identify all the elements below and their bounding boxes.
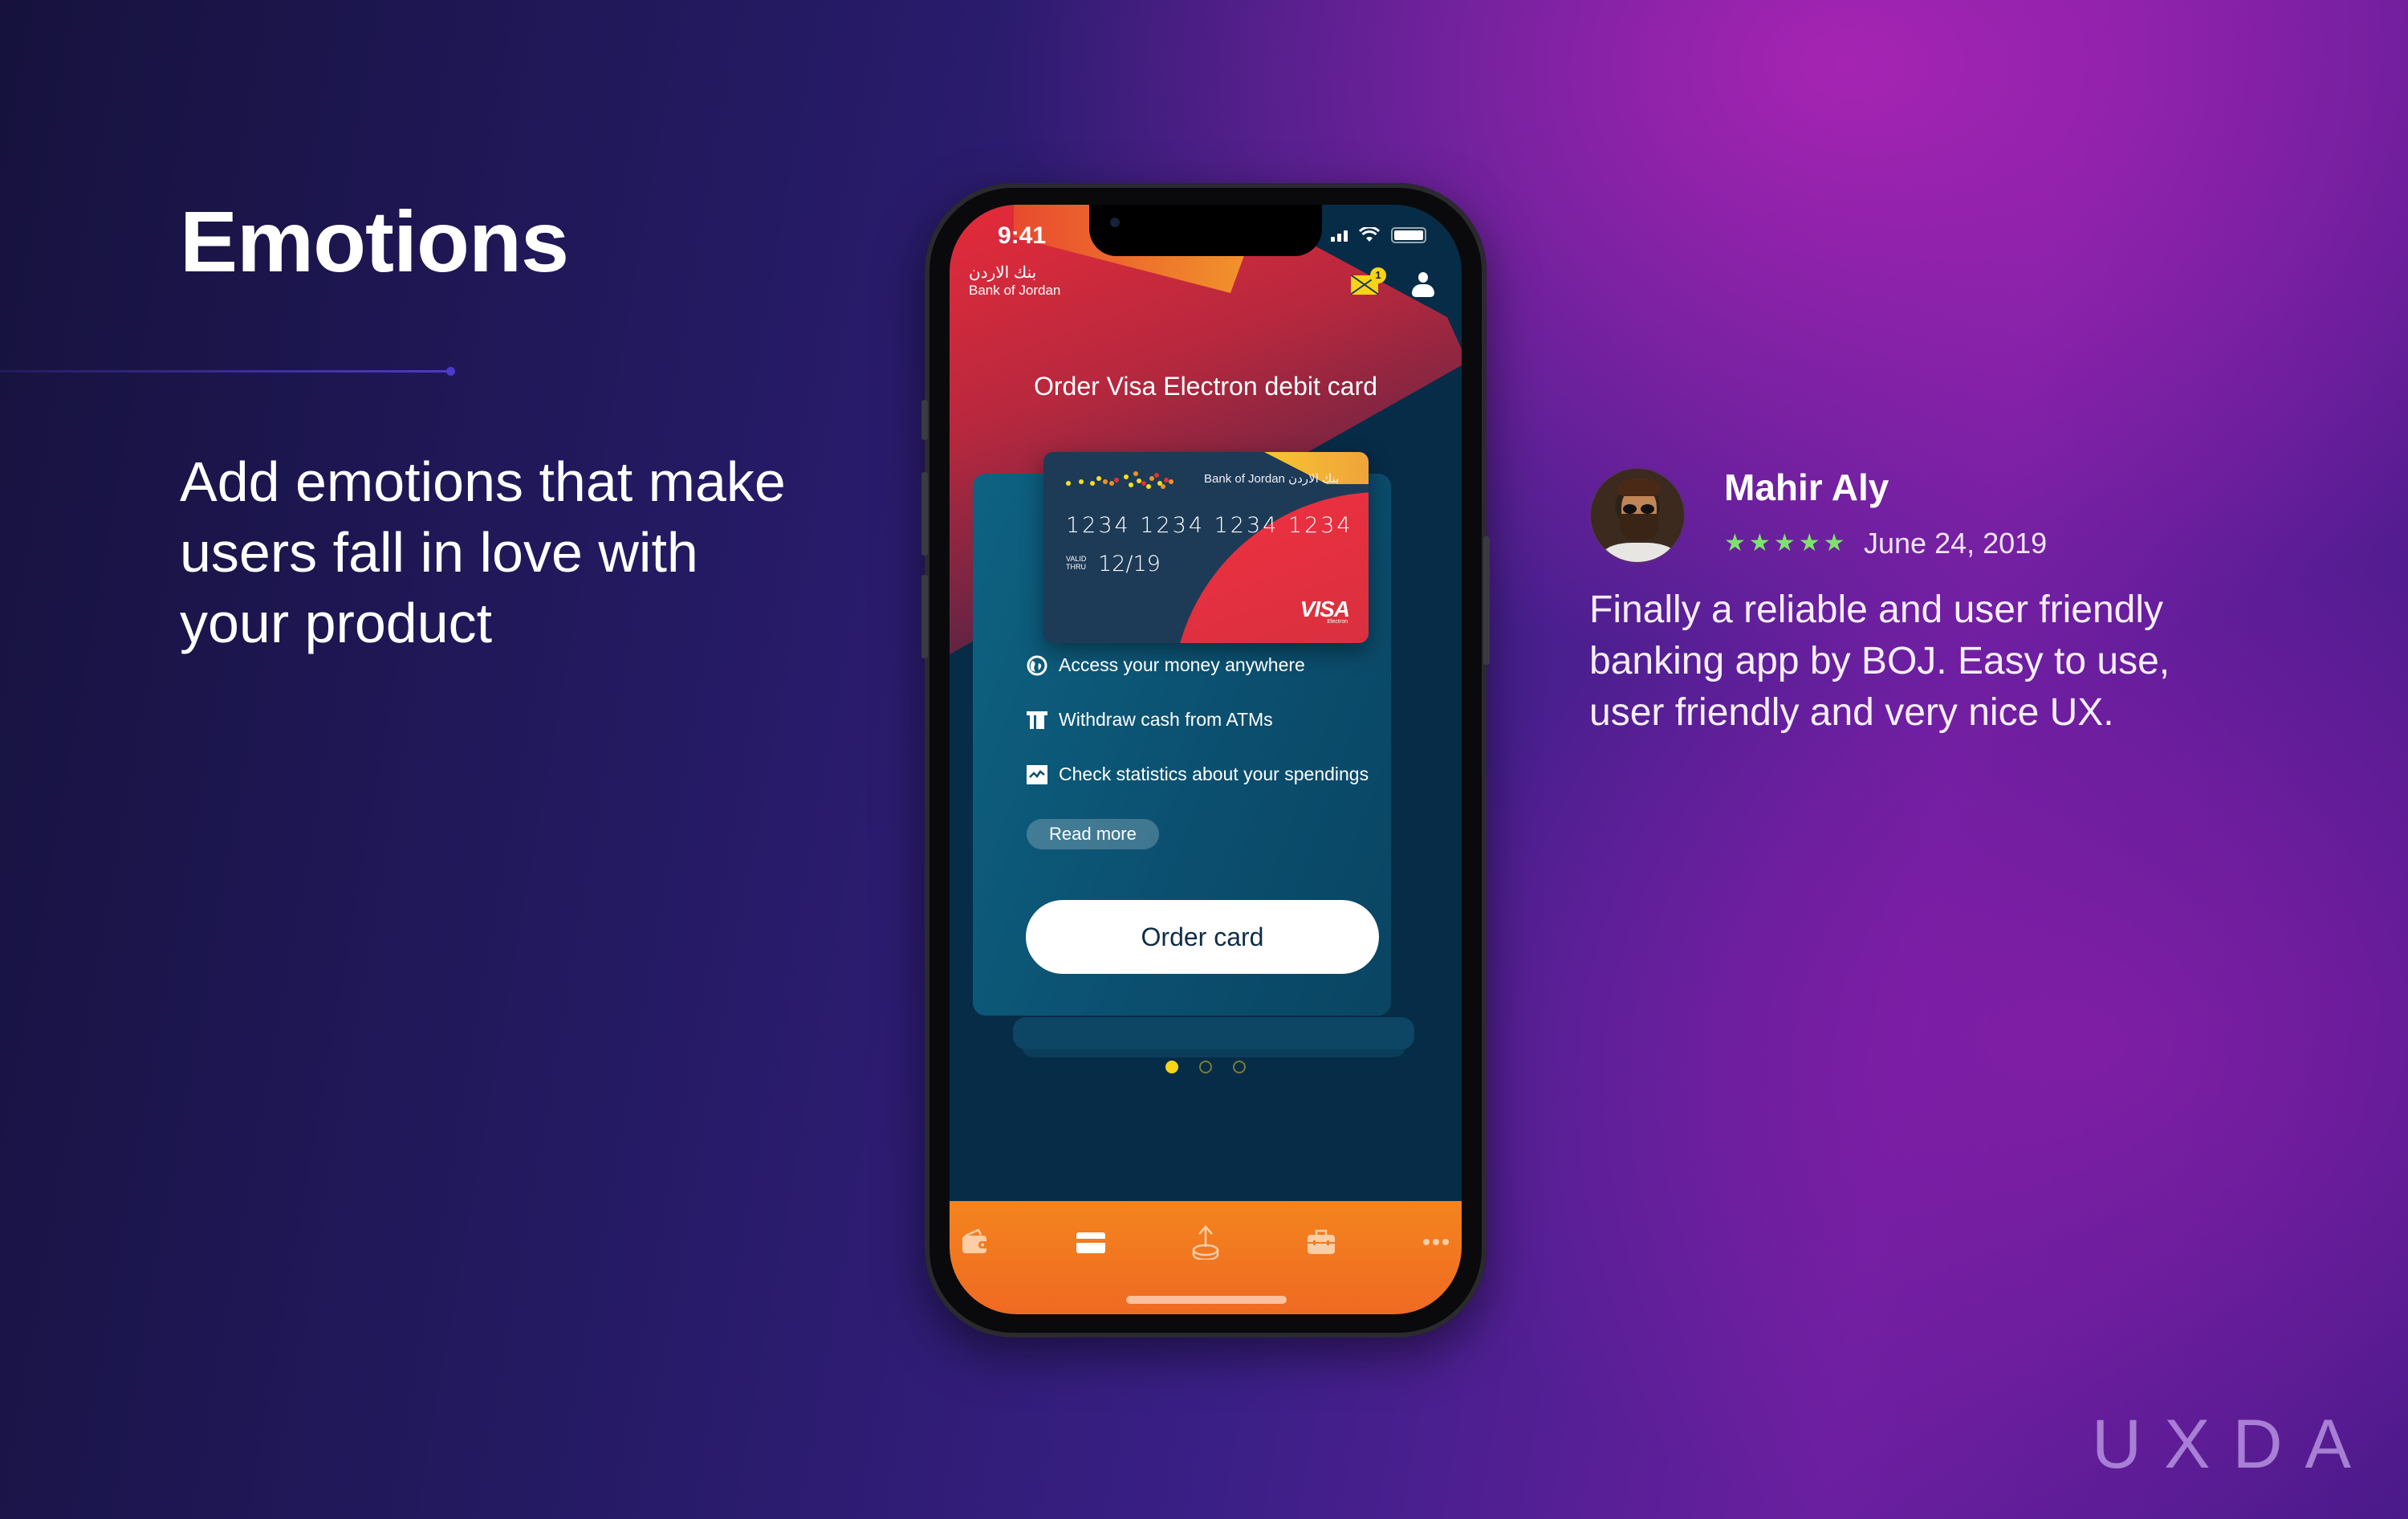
tab-products[interactable]	[1297, 1222, 1345, 1262]
bottom-tab-bar	[950, 1201, 1462, 1314]
slide-headline: Emotions	[180, 193, 569, 290]
transfer-icon	[1192, 1225, 1219, 1260]
tab-cards[interactable]	[1067, 1222, 1115, 1262]
volume-down-button	[921, 575, 928, 658]
pager-dot-active[interactable]	[1165, 1061, 1178, 1073]
card-expiry: 12/19	[1098, 552, 1161, 576]
profile-icon[interactable]	[1412, 272, 1434, 299]
volume-up-button	[921, 472, 928, 556]
star-icon: ★	[1724, 530, 1746, 556]
tab-wallet[interactable]	[951, 1222, 999, 1262]
cellular-signal-icon	[1331, 229, 1348, 242]
reviewer-avatar	[1589, 467, 1686, 564]
feature-item: Access your money anywhere	[1027, 654, 1305, 676]
uxda-logo: UXDA	[2092, 1406, 2373, 1483]
card-dots-pattern	[1066, 471, 1186, 491]
carousel-pager	[950, 1061, 1462, 1073]
wallet-icon	[962, 1228, 988, 1253]
bank-name-arabic: بنك الاردن	[969, 264, 1037, 282]
briefcase-icon	[1307, 1229, 1335, 1254]
review-text: Finally a reliable and user friendly ban…	[1589, 588, 2170, 734]
divider-dot	[446, 367, 455, 376]
card-number: 1234 1234 1234 1234	[1066, 513, 1353, 538]
slide-subtext: Add emotions that make users fall in lov…	[180, 450, 786, 654]
app-screen: 9:41 بنك الاردن Bank of Jordan 1 Order V…	[950, 205, 1462, 1314]
divider-line	[0, 370, 451, 373]
star-icon: ★	[1773, 530, 1796, 556]
star-icon: ★	[1798, 530, 1820, 556]
phone-notch	[1089, 205, 1322, 256]
feature-item: Withdraw cash from ATMs	[1027, 709, 1273, 731]
home-indicator[interactable]	[1126, 1296, 1287, 1304]
star-icon: ★	[1748, 530, 1771, 556]
card-bank-name: Bank of Jordan بنك الاردن	[1204, 472, 1340, 486]
power-button	[1483, 536, 1490, 665]
status-time: 9:41	[998, 222, 1047, 249]
read-more-button[interactable]: Read more	[1027, 819, 1159, 849]
atm-icon	[1027, 710, 1047, 731]
silent-switch	[921, 400, 928, 440]
tab-more[interactable]	[1412, 1222, 1460, 1262]
globe-icon	[1027, 655, 1047, 676]
tab-transfer[interactable]	[1182, 1222, 1230, 1262]
battery-icon	[1391, 227, 1426, 243]
card-icon	[1076, 1232, 1105, 1253]
bank-name-english: Bank of Jordan	[969, 283, 1061, 298]
status-icons	[1331, 227, 1426, 243]
offer-title: Order Visa Electron debit card	[1033, 372, 1378, 401]
feature-item: Check statistics about your spendings	[1027, 764, 1369, 785]
review-date: June 24, 2019	[1864, 527, 2048, 560]
reviewer-name: Mahir Aly	[1724, 466, 1889, 508]
wifi-icon	[1359, 227, 1380, 242]
order-card-button[interactable]: Order card	[1026, 900, 1379, 974]
pager-dot[interactable]	[1199, 1061, 1212, 1073]
card-valid-thru-label: VALID THRU	[1066, 555, 1087, 571]
visa-electron-label: Electron	[1327, 619, 1348, 625]
phone-mockup: 9:41 بنك الاردن Bank of Jordan 1 Order V…	[921, 183, 1490, 1338]
chart-icon	[1027, 764, 1047, 785]
mail-badge: 1	[1370, 267, 1386, 283]
pager-dot[interactable]	[1233, 1061, 1246, 1073]
rating-stars: ★ ★ ★ ★ ★	[1724, 531, 1845, 556]
star-icon: ★	[1823, 530, 1845, 556]
debit-card-preview: Bank of Jordan بنك الاردن 1234 1234 1234…	[1043, 452, 1369, 643]
more-icon	[1423, 1239, 1449, 1245]
